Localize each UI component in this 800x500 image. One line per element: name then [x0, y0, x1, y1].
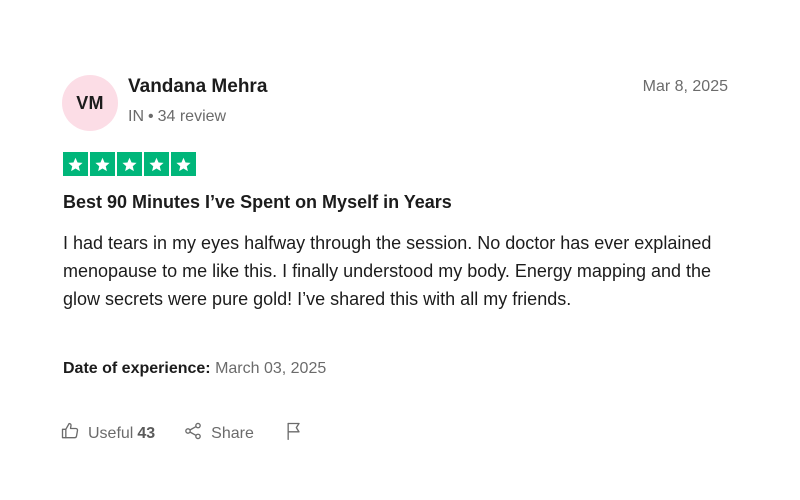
experience-label: Date of experience: — [63, 360, 211, 377]
date-of-experience: Date of experience: March 03, 2025 — [63, 360, 326, 378]
star-icon — [117, 152, 142, 176]
share-button[interactable]: Share — [183, 421, 254, 446]
reviewer-review-count: 34 review — [157, 108, 227, 125]
avatar-initials: VM — [76, 92, 104, 113]
avatar[interactable]: VM — [62, 75, 118, 131]
star-icon — [63, 152, 88, 176]
useful-button[interactable]: Useful 43 — [60, 421, 155, 446]
review-date: Mar 8, 2025 — [642, 78, 728, 95]
share-icon — [183, 421, 203, 446]
star-icon — [171, 152, 196, 176]
reviewer-name[interactable]: Vandana Mehra — [128, 76, 267, 98]
star-icon — [90, 152, 115, 176]
reviewer-meta: IN • 34 review — [128, 108, 226, 126]
thumbs-up-icon — [60, 421, 80, 446]
share-label: Share — [211, 424, 254, 442]
useful-count: 43 — [137, 424, 156, 442]
review-title[interactable]: Best 90 Minutes I’ve Spent on Myself in … — [63, 192, 452, 213]
report-button[interactable] — [284, 421, 304, 446]
review-body: I had tears in my eyes halfway through t… — [63, 233, 712, 309]
flag-icon — [284, 421, 304, 446]
star-rating — [63, 152, 196, 176]
useful-label: Useful — [88, 424, 134, 442]
review-card: VM Vandana Mehra IN • 34 review Mar 8, 202… — [0, 0, 800, 500]
review-actions: Useful 43 Share — [60, 421, 304, 446]
meta-separator: • — [148, 108, 154, 125]
star-icon — [144, 152, 169, 176]
experience-date: March 03, 2025 — [215, 360, 327, 377]
reviewer-country: IN — [128, 108, 144, 125]
